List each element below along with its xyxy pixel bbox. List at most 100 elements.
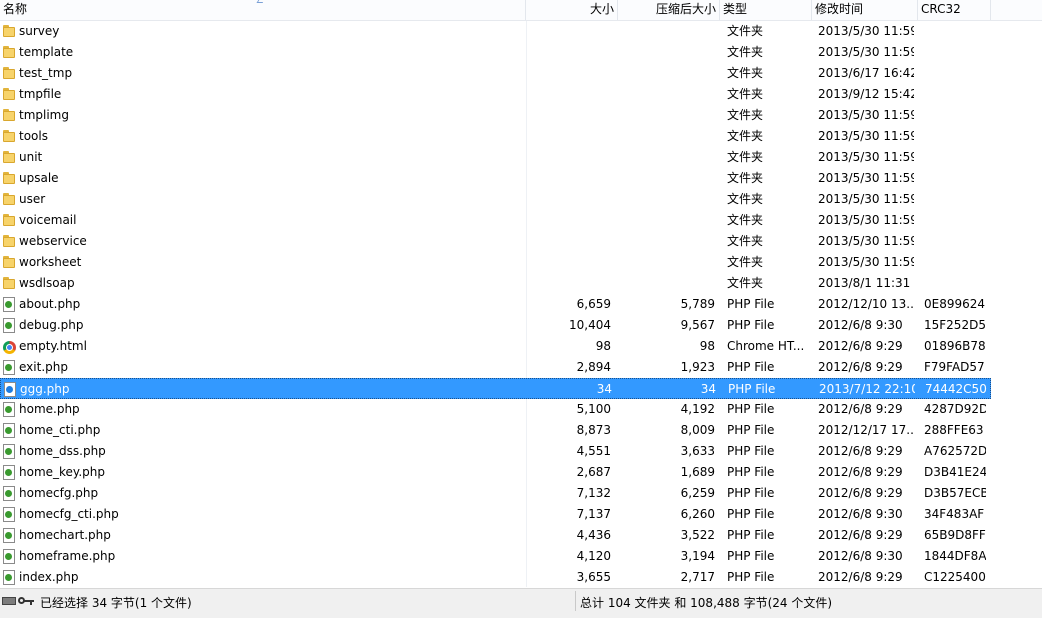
- folder-icon: [2, 171, 16, 186]
- folder-row[interactable]: template 文件夹 2013/5/30 11:59: [0, 42, 991, 63]
- folder-row[interactable]: worksheet 文件夹 2013/5/30 11:59: [0, 252, 991, 273]
- folder-row[interactable]: voicemail 文件夹 2013/5/30 11:59: [0, 210, 991, 231]
- folder-row[interactable]: test_tmp 文件夹 2013/6/17 16:42: [0, 63, 991, 84]
- status-bar: 已经选择 34 字节(1 个文件) 总计 104 文件夹 和 108,488 字…: [0, 588, 1042, 618]
- file-name: survey: [19, 24, 60, 38]
- file-name: homeframe.php: [19, 549, 116, 563]
- file-crc32: [924, 252, 986, 273]
- file-type: PHP File: [727, 486, 775, 500]
- column-header-size[interactable]: 大小: [526, 0, 618, 20]
- file-row[interactable]: homecfg_cti.php 7,137 6,260 PHP File 2012/6/…: [0, 504, 991, 525]
- folder-row[interactable]: user 文件夹 2013/5/30 11:59: [0, 189, 991, 210]
- file-crc32: F79FAD57: [924, 360, 985, 374]
- file-modified: 2012/6/8 9:29: [818, 528, 903, 542]
- file-modified: 2012/6/8 9:29: [818, 486, 903, 500]
- folder-row[interactable]: webservice 文件夹 2013/5/30 11:59: [0, 231, 991, 252]
- file-type: 文件夹: [727, 24, 764, 38]
- column-header-packed-size[interactable]: 压缩后大小: [618, 0, 720, 20]
- file-row[interactable]: home_cti.php 8,873 8,009 PHP File 2012/12/17…: [0, 420, 991, 441]
- file-modified: 2012/6/8 9:29: [818, 402, 903, 416]
- folder-row[interactable]: survey 文件夹 2013/5/30 11:59: [0, 21, 991, 42]
- php-file-icon: [2, 318, 16, 333]
- file-list: survey 文件夹 2013/5/30 11:59 template 文件夹 2013/…: [0, 21, 1042, 587]
- file-modified: 2013/5/30 11:59: [818, 171, 914, 185]
- chrome-html-icon: [2, 339, 16, 354]
- drive-icon[interactable]: [2, 597, 16, 605]
- file-row[interactable]: empty.html 98 98 Chrome HT... 2012/6/8 9:29 0…: [0, 336, 991, 357]
- file-size: [527, 63, 611, 84]
- column-header: 名称 大小 压缩后大小 类型 修改时间 CRC32: [0, 0, 1042, 21]
- file-name: upsale: [19, 171, 59, 185]
- file-type: PHP File: [727, 444, 775, 458]
- folder-row[interactable]: wsdlsoap 文件夹 2013/8/1 11:31: [0, 273, 991, 294]
- file-packed-size: [619, 84, 715, 105]
- file-modified: 2012/6/8 9:29: [818, 570, 903, 584]
- file-modified: 2012/6/8 9:29: [818, 465, 903, 479]
- file-crc32: 34F483AF: [924, 507, 985, 521]
- file-size: 4,551: [576, 444, 611, 458]
- folder-icon: [2, 66, 16, 81]
- column-header-modified[interactable]: 修改时间: [812, 0, 918, 20]
- file-packed-size: 34: [700, 382, 716, 396]
- php-file-icon: [2, 297, 16, 312]
- file-size: 34: [596, 382, 612, 396]
- file-packed-size: [619, 273, 715, 294]
- folder-icon: [2, 129, 16, 144]
- file-size: 4,120: [576, 549, 611, 563]
- file-size: 8,873: [576, 423, 611, 437]
- file-type: 文件夹: [727, 108, 764, 122]
- file-size: [527, 105, 611, 126]
- file-name: homecfg_cti.php: [19, 507, 119, 521]
- folder-row[interactable]: upsale 文件夹 2013/5/30 11:59: [0, 168, 991, 189]
- file-row[interactable]: exit.php 2,894 1,923 PHP File 2012/6/8 9:29 F…: [0, 357, 991, 378]
- file-row[interactable]: about.php 6,659 5,789 PHP File 2012/12/10 13…: [0, 294, 991, 315]
- file-crc32: A762572D: [924, 444, 986, 458]
- file-crc32: 01896B78: [924, 339, 986, 353]
- file-row[interactable]: home.php 5,100 4,192 PHP File 2012/6/8 9:29 4…: [0, 399, 991, 420]
- file-name: wsdlsoap: [19, 276, 75, 290]
- file-packed-size: [619, 189, 715, 210]
- file-size: 98: [595, 339, 611, 353]
- file-size: 10,404: [569, 318, 611, 332]
- file-row[interactable]: homecfg.php 7,132 6,259 PHP File 2012/6/8 9:…: [0, 483, 991, 504]
- file-row[interactable]: debug.php 10,404 9,567 PHP File 2012/6/8 9:3…: [0, 315, 991, 336]
- file-row[interactable]: ggg.php 34 34 PHP File 2013/7/12 22:10 74442C…: [0, 378, 991, 399]
- file-row[interactable]: home_dss.php 4,551 3,633 PHP File 2012/6/8 9…: [0, 441, 991, 462]
- file-modified: 2013/8/1 11:31: [818, 276, 911, 290]
- key-icon[interactable]: [18, 597, 34, 605]
- file-crc32: [924, 147, 986, 168]
- file-packed-size: 98: [699, 339, 715, 353]
- file-row[interactable]: homechart.php 4,436 3,522 PHP File 2012/6/8 …: [0, 525, 991, 546]
- folder-row[interactable]: tmplimg 文件夹 2013/5/30 11:59: [0, 105, 991, 126]
- file-row[interactable]: index.php 3,655 2,717 PHP File 2012/6/8 9:29…: [0, 567, 991, 587]
- file-row[interactable]: homeframe.php 4,120 3,194 PHP File 2012/6/8 …: [0, 546, 991, 567]
- file-packed-size: 9,567: [680, 318, 715, 332]
- file-crc32: 15F252D5: [924, 318, 986, 332]
- column-header-type[interactable]: 类型: [720, 0, 812, 20]
- folder-row[interactable]: tmpfile 文件夹 2013/9/12 15:42: [0, 84, 991, 105]
- file-type: 文件夹: [727, 234, 764, 248]
- file-packed-size: [619, 63, 715, 84]
- file-type: PHP File: [727, 423, 775, 437]
- file-name: home.php: [19, 402, 80, 416]
- folder-row[interactable]: tools 文件夹 2013/5/30 11:59: [0, 126, 991, 147]
- file-name: tools: [19, 129, 48, 143]
- file-packed-size: 3,633: [680, 444, 715, 458]
- file-modified: 2013/5/30 11:59: [818, 150, 914, 164]
- file-crc32: [924, 105, 986, 126]
- file-modified: 2012/6/8 9:29: [818, 360, 903, 374]
- file-crc32: 1844DF8A: [924, 549, 986, 563]
- file-row[interactable]: home_key.php 2,687 1,689 PHP File 2012/6/8 9…: [0, 462, 991, 483]
- file-type: 文件夹: [727, 192, 764, 206]
- column-header-name[interactable]: 名称: [0, 0, 526, 20]
- file-size: [527, 210, 611, 231]
- file-crc32: 0E899624: [924, 297, 986, 311]
- file-packed-size: 6,260: [680, 507, 715, 521]
- file-crc32: [924, 189, 986, 210]
- folder-row[interactable]: unit 文件夹 2013/5/30 11:59: [0, 147, 991, 168]
- file-size: [527, 42, 611, 63]
- file-modified: 2012/6/8 9:30: [818, 549, 903, 563]
- column-header-crc32[interactable]: CRC32: [918, 0, 991, 20]
- file-crc32: [924, 126, 986, 147]
- file-name: homecfg.php: [19, 486, 99, 500]
